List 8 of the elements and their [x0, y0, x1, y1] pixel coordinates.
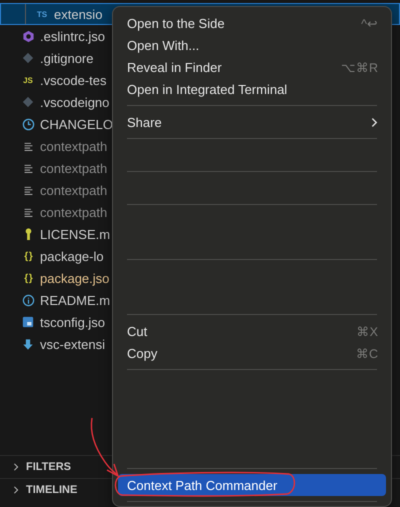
braces-icon: { } — [21, 250, 35, 262]
shortcut-text: ⌘X — [356, 324, 378, 338]
braces-icon: { } — [21, 272, 35, 284]
file-type-icon: TS — [35, 10, 49, 18]
file-type-icon: JS — [21, 76, 35, 84]
shortcut-text: ^↩ — [361, 16, 378, 30]
shortcut-text: ⌥⌘R — [340, 60, 378, 74]
shortcut-text: ⌘C — [356, 346, 378, 360]
